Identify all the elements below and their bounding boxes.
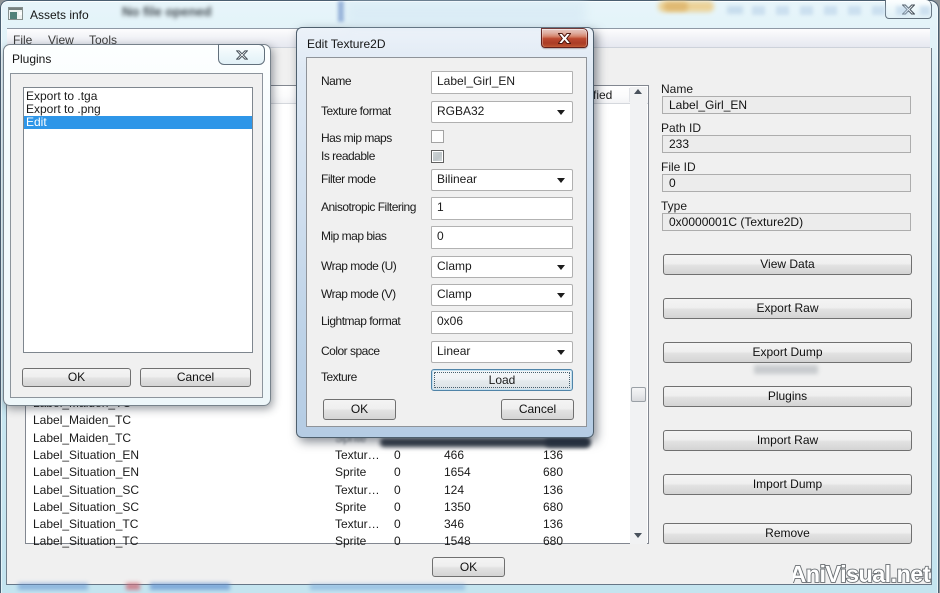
svg-text:AniVisual.net: AniVisual.net <box>793 561 931 587</box>
